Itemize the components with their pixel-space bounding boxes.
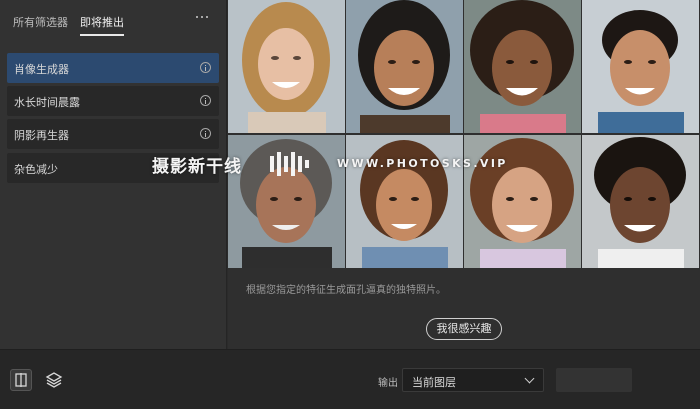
tab-coming-soon[interactable]: 即将推出: [80, 14, 124, 36]
portrait-image: [346, 135, 463, 268]
sidebar-item-label: 阴影再生器: [14, 129, 69, 142]
info-icon[interactable]: [200, 62, 211, 73]
sidebar-item-label: 肖像生成器: [14, 63, 69, 76]
portrait-image: [582, 135, 699, 268]
sidebar-item-shadow-regenerator[interactable]: 阴影再生器: [7, 119, 219, 149]
portrait-image: [464, 135, 581, 268]
portrait-image: [464, 0, 581, 133]
output-select[interactable]: 当前图层: [402, 368, 544, 392]
chevron-down-icon: [524, 373, 535, 384]
info-icon[interactable]: [200, 95, 211, 106]
sidebar-item-portrait-generator[interactable]: 肖像生成器: [7, 53, 219, 83]
interested-button[interactable]: 我很感兴趣: [426, 318, 502, 340]
compare-split-icon[interactable]: [10, 369, 32, 391]
sidebar-item-label: 水长时间晨露: [14, 96, 80, 109]
preview-panel: 根据您指定的特征生成面孔逼真的独特照片。 我很感兴趣: [228, 0, 700, 349]
more-horizontal-icon[interactable]: [194, 10, 210, 24]
portrait-image: [582, 0, 699, 133]
output-select-value: 当前图层: [412, 376, 456, 389]
portrait-grid: [228, 0, 700, 268]
layers-stack-icon[interactable]: [43, 369, 65, 391]
sidebar-item-label: 杂色减少: [14, 163, 58, 176]
portrait-image: [346, 0, 463, 133]
feature-description: 根据您指定的特征生成面孔逼真的独特照片。: [246, 285, 446, 296]
filters-sidebar: 所有筛选器 即将推出 肖像生成器 水长时间晨露 阴影再生器 杂色减少: [0, 0, 227, 349]
tab-all-filters[interactable]: 所有筛选器: [13, 14, 68, 30]
sidebar-item-noise-reduction[interactable]: 杂色减少: [7, 153, 219, 183]
portrait-image: [228, 0, 345, 133]
sidebar-item-long-exposure-dew[interactable]: 水长时间晨露: [7, 86, 219, 116]
output-label: 输出: [378, 378, 398, 389]
sidebar-tabs: 所有筛选器 即将推出: [0, 0, 227, 40]
generate-button-disabled: [556, 368, 632, 392]
info-icon[interactable]: [200, 128, 211, 139]
portrait-image: [228, 135, 345, 268]
bottom-toolbar: 输出 当前图层: [0, 349, 700, 409]
